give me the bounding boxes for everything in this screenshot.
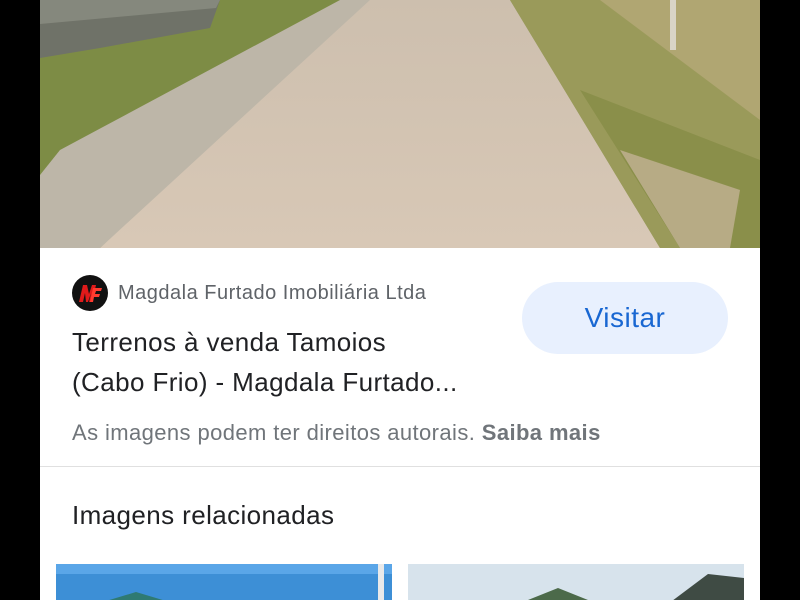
main-image[interactable] xyxy=(40,0,760,248)
source-row[interactable]: Magdala Furtado Imobiliária Ltda xyxy=(72,274,426,312)
magdala-furtado-logo-icon xyxy=(72,275,108,311)
related-images-heading: Imagens relacionadas xyxy=(72,500,335,530)
copyright-text: As imagens podem ter direitos autorais. xyxy=(72,420,476,445)
copyright-notice: As imagens podem ter direitos autorais. … xyxy=(72,420,601,446)
result-title-line-2: (Cabo Frio) - Magdala Furtado... xyxy=(72,367,458,397)
related-image-thumbnail[interactable] xyxy=(56,564,392,600)
source-name: Magdala Furtado Imobiliária Ltda xyxy=(118,281,427,304)
result-title[interactable]: Terrenos à venda Tamoios (Cabo Frio) - M… xyxy=(72,322,522,402)
learn-more-link[interactable]: Saiba mais xyxy=(482,420,601,445)
image-viewer-panel: Magdala Furtado Imobiliária Ltda Terreno… xyxy=(40,0,760,600)
related-image-thumbnail[interactable] xyxy=(408,564,744,600)
dirt-road-photo xyxy=(40,0,760,248)
section-divider xyxy=(40,466,760,467)
visit-button[interactable]: Visitar xyxy=(522,282,728,354)
result-title-line-1: Terrenos à venda Tamoios xyxy=(72,327,387,357)
